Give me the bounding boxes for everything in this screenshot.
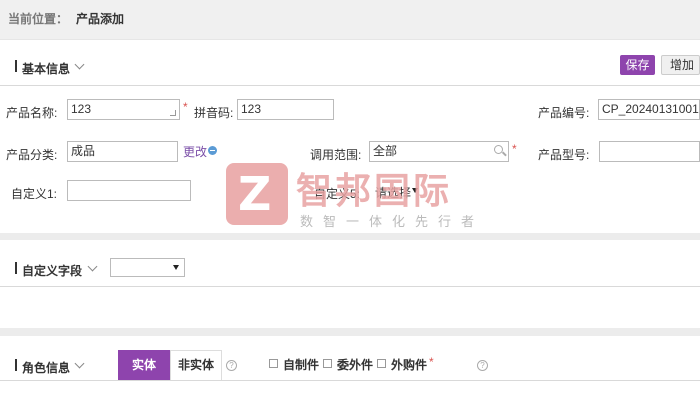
tab-entity[interactable]: 实体 [118, 350, 170, 381]
checkbox-outsourced-label: 委外件 [337, 358, 374, 372]
required-mark: * [429, 355, 434, 369]
product-name-label: 产品名称: [6, 106, 58, 120]
product-code-input[interactable]: CP_20240131001 [598, 99, 700, 120]
tab-non-entity[interactable]: 非实体 [170, 350, 222, 381]
pinyin-label: 拼音码: [194, 106, 234, 120]
pinyin-input[interactable]: 123 [237, 99, 334, 120]
category-input[interactable]: 成品 [67, 141, 178, 162]
section-separator [0, 328, 700, 336]
category-label: 产品分类: [6, 148, 58, 162]
scope-label: 调用范围: [310, 148, 362, 162]
required-mark: * [183, 100, 188, 114]
product-name-input[interactable]: 123 [67, 99, 180, 120]
checkbox-purchased[interactable] [377, 359, 386, 368]
chevron-down-icon[interactable] [87, 261, 98, 272]
add-circle-icon[interactable] [208, 146, 217, 155]
section-marker [15, 262, 17, 274]
checkbox-self-made-label: 自制件 [283, 358, 320, 372]
checkbox-purchased-label: 外购件 [391, 358, 428, 372]
watermark-subtitle: 数智一体化先行者 [300, 214, 485, 229]
chevron-down-icon[interactable] [74, 358, 85, 369]
divider [0, 85, 700, 86]
search-icon[interactable] [494, 145, 503, 154]
resize-handle[interactable] [170, 110, 176, 116]
scope-input[interactable]: 全部 [369, 141, 509, 162]
model-label: 产品型号: [538, 148, 590, 162]
checkbox-self-made[interactable] [269, 359, 278, 368]
watermark-title: 智邦国际 [296, 170, 453, 211]
section-separator [0, 233, 700, 240]
checkbox-outsourced[interactable] [323, 359, 332, 368]
section-marker [15, 359, 17, 371]
change-category-link[interactable]: 更改 [183, 143, 207, 160]
breadcrumb-label: 当前位置： [8, 12, 69, 26]
add-button[interactable]: 增加 [661, 55, 700, 75]
custom1-label: 自定义1: [11, 187, 58, 201]
section-marker [15, 60, 17, 72]
divider [0, 286, 700, 287]
breadcrumb-current: 产品添加 [76, 12, 125, 26]
custom1-input[interactable] [67, 180, 191, 201]
help-icon[interactable]: ? [226, 360, 237, 371]
custom-fields-title: 自定义字段 [22, 264, 83, 278]
model-input[interactable] [599, 141, 700, 162]
divider [0, 380, 700, 381]
required-mark: * [512, 142, 517, 156]
help-icon[interactable]: ? [477, 360, 488, 371]
breadcrumb: 当前位置： 产品添加 [0, 0, 700, 40]
product-code-label: 产品编号: [538, 106, 590, 120]
save-button[interactable]: 保存 [620, 55, 655, 75]
watermark-logo-letter: Z [238, 167, 272, 221]
basic-info-title: 基本信息 [22, 62, 71, 76]
role-info-title: 角色信息 [22, 361, 71, 375]
dropdown-arrow-icon[interactable] [173, 265, 179, 270]
chevron-down-icon[interactable] [74, 59, 85, 70]
